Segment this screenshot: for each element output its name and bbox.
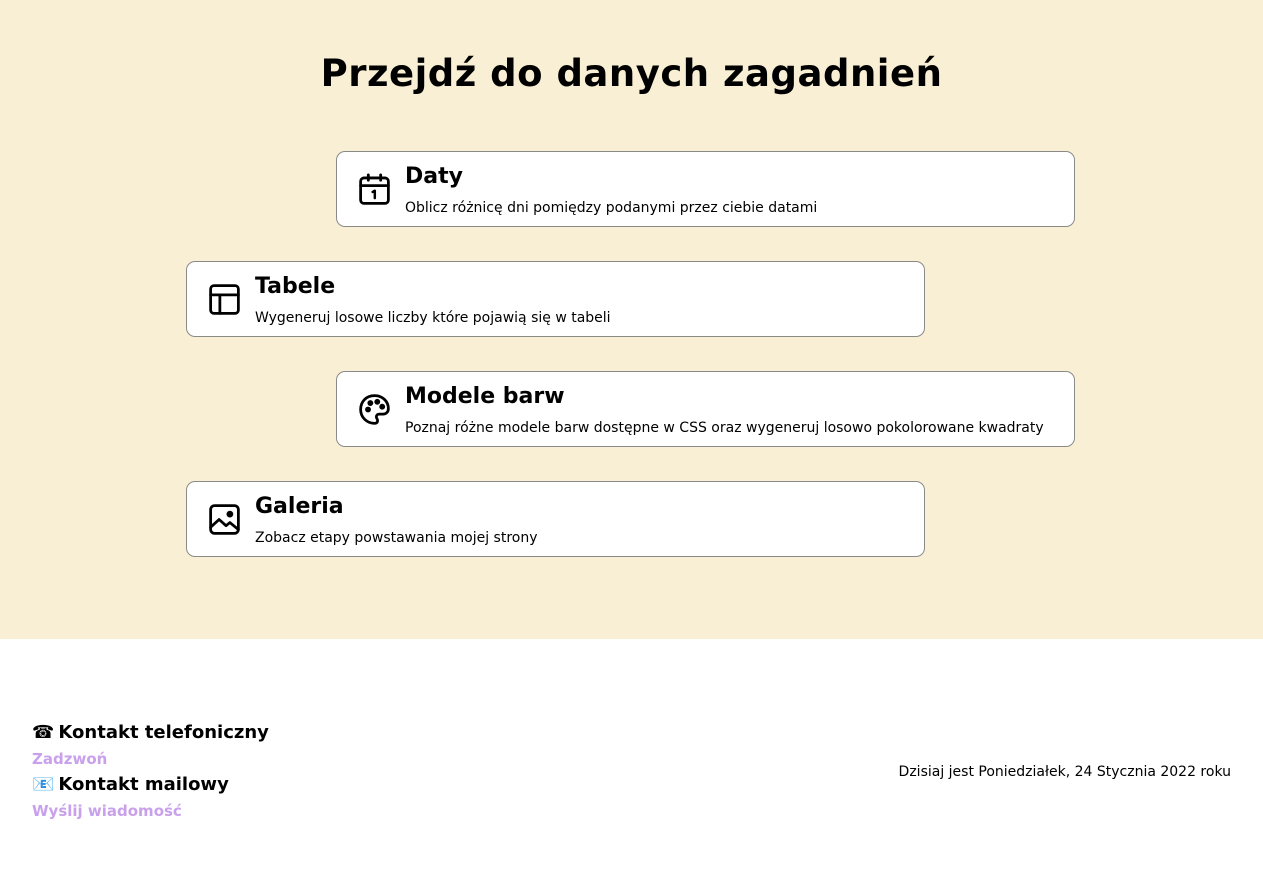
table-icon	[206, 281, 243, 318]
card-title: Tabele	[255, 274, 336, 299]
envelope-icon: 📧	[32, 774, 55, 795]
palette-icon	[356, 391, 393, 428]
card-description: Wygeneruj losowe liczby które pojawią si…	[255, 310, 611, 326]
mail-contact-heading: 📧 Kontakt mailowy	[32, 772, 269, 798]
telephone-icon: ☎	[32, 722, 55, 743]
card-modele-barw[interactable]: Modele barw Poznaj różne modele barw dos…	[336, 371, 1075, 447]
current-date: Dzisiaj jest Poniedziałek, 24 Stycznia 2…	[898, 764, 1231, 780]
card-description: Oblicz różnicę dni pomiędzy podanymi prz…	[405, 200, 818, 216]
mail-contact-label: Kontakt mailowy	[58, 774, 229, 795]
card-description: Poznaj różne modele barw dostępne w CSS …	[405, 420, 1044, 436]
page-title: Przejdź do danych zagadnień	[320, 52, 943, 95]
card-daty[interactable]: Daty Oblicz różnicę dni pomiędzy podanym…	[336, 151, 1075, 227]
card-title: Galeria	[255, 494, 344, 519]
send-message-link[interactable]: Wyślij wiadomość	[32, 798, 269, 824]
card-galeria[interactable]: Galeria Zobacz etapy powstawania mojej s…	[186, 481, 925, 557]
contact-section: ☎ Kontakt telefoniczny Zadzwoń 📧 Kontakt m…	[32, 720, 269, 824]
phone-contact-heading: ☎ Kontakt telefoniczny	[32, 720, 269, 746]
image-icon	[206, 501, 243, 538]
card-description: Zobacz etapy powstawania mojej strony	[255, 530, 538, 546]
call-link[interactable]: Zadzwoń	[32, 746, 269, 772]
card-tabele[interactable]: Tabele Wygeneruj losowe liczby które poj…	[186, 261, 925, 337]
calendar-icon	[356, 171, 393, 208]
card-title: Daty	[405, 164, 463, 189]
phone-contact-label: Kontakt telefoniczny	[58, 722, 269, 743]
card-title: Modele barw	[405, 384, 565, 409]
topics-section: Przejdź do danych zagadnień Daty Oblicz …	[0, 0, 1263, 639]
